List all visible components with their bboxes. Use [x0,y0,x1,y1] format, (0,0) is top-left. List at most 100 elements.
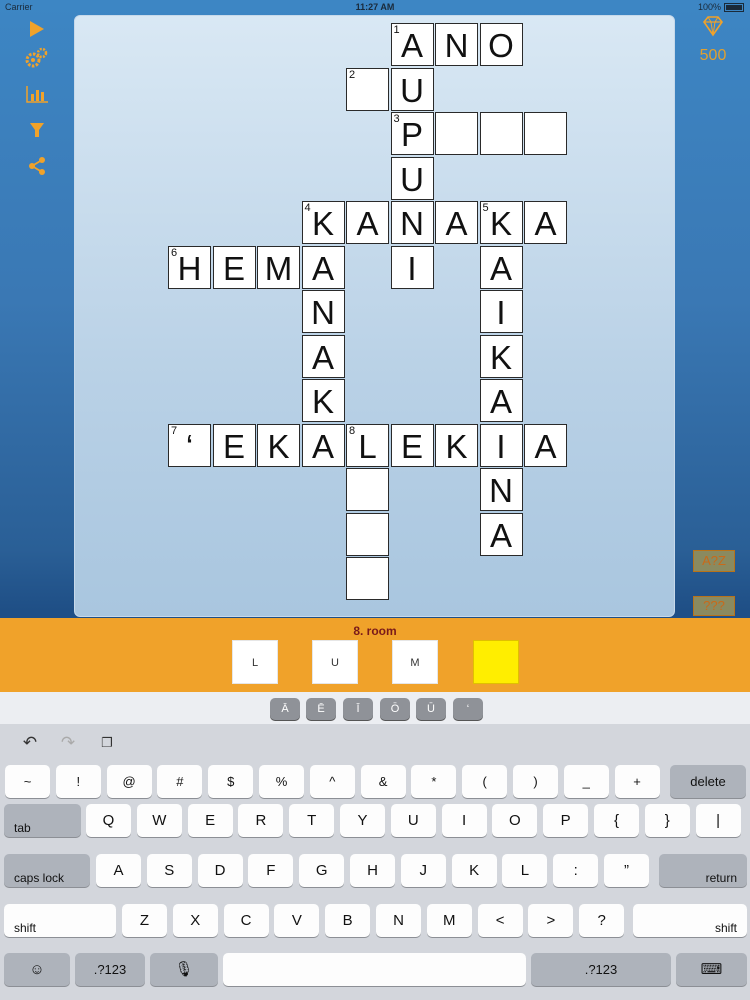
letter-key[interactable]: U [390,804,436,837]
letter-key[interactable]: Z [122,904,167,937]
undo-icon[interactable]: ↶ [20,734,40,752]
letter-key[interactable]: Q [86,804,131,837]
tab-key[interactable]: tab [4,804,81,837]
dictation-key[interactable]: 🎙 [150,953,218,986]
grid-cell[interactable]: A [479,245,523,289]
grid-cell[interactable]: N [479,468,523,511]
shift-key-right[interactable]: shift [633,904,747,937]
accent-key[interactable]: Ē [306,698,336,720]
grid-cell[interactable]: I [479,290,523,333]
letter-key[interactable]: P [543,804,589,837]
grid-cell[interactable] [435,112,478,155]
accent-key[interactable]: Ū [416,698,446,720]
grid-cell[interactable] [346,557,389,600]
grid-cell[interactable]: E [212,423,256,467]
letter-key[interactable]: T [289,804,335,837]
share-icon[interactable] [22,154,52,184]
accent-key[interactable]: Ī [343,698,373,720]
grid-cell[interactable]: A [435,201,478,244]
grid-cell[interactable]: 1A [390,23,434,66]
grid-cell[interactable] [479,112,523,155]
letter-key[interactable]: N [376,904,421,937]
grid-cell[interactable]: U [390,67,434,111]
letter-key[interactable]: O [492,804,538,837]
letter-key[interactable]: : [553,854,599,887]
grid-cell[interactable]: 5K [479,201,523,244]
letter-key[interactable]: < [477,904,523,937]
accent-key[interactable]: Ō [380,698,410,720]
grid-cell[interactable]: A [479,512,523,556]
hide-keyboard-key[interactable]: ⌨ [676,953,747,986]
numbers-key-right[interactable]: .?123 [531,953,671,986]
grid-cell[interactable]: 6H [168,245,211,289]
letter-key[interactable]: H [350,854,395,887]
symbol-key[interactable]: & [360,765,406,798]
letter-key[interactable]: ” [604,854,649,887]
symbol-key[interactable]: _ [563,765,609,798]
letter-key[interactable]: S [146,854,192,887]
bar-chart-icon[interactable] [22,82,52,112]
grid-cell[interactable]: 3P [390,112,434,155]
symbol-key[interactable]: ( [462,765,508,798]
symbol-key[interactable]: ) [513,765,558,798]
grid-cell[interactable]: K [479,334,523,378]
grid-cell[interactable]: 2 [346,67,389,111]
shift-key[interactable]: shift [4,904,116,937]
gears-icon[interactable] [22,46,52,76]
letter-key[interactable]: { [594,804,639,837]
symbol-key[interactable]: # [157,765,203,798]
paste-icon[interactable]: ❐ [97,734,117,752]
letter-key[interactable]: B [325,904,371,937]
letter-key[interactable]: Y [340,804,385,837]
grid-cell[interactable]: 8L [346,423,389,467]
letter-key[interactable]: X [172,904,218,937]
delete-key[interactable]: delete [670,765,746,798]
grid-cell[interactable]: A [524,201,567,244]
answer-letter-box[interactable]: U [312,640,358,684]
letter-key[interactable]: | [695,804,741,837]
symbol-key[interactable]: * [411,765,457,798]
grid-cell[interactable]: A [479,379,523,422]
grid-cell[interactable]: K [435,423,478,467]
letter-key[interactable]: J [400,854,446,887]
grid-cell[interactable]: U [390,156,434,200]
letter-key[interactable]: D [197,854,243,887]
letter-key[interactable]: L [502,854,548,887]
letter-key[interactable]: R [238,804,284,837]
answer-letter-box[interactable]: M [392,640,438,684]
accent-key[interactable]: ‘ [453,698,483,720]
grid-cell[interactable]: A [346,201,389,244]
reveal-letter-button[interactable]: A?Z [693,550,735,572]
symbol-key[interactable]: ! [55,765,101,798]
caps-lock-key[interactable]: caps lock [4,854,90,887]
letter-key[interactable]: ? [579,904,625,937]
grid-cell[interactable]: 7 ‘ [168,423,211,467]
numbers-key[interactable]: .?123 [75,953,145,986]
letter-key[interactable]: G [299,854,345,887]
grid-cell[interactable]: E [390,423,434,467]
grid-cell[interactable]: I [479,423,523,467]
letter-key[interactable]: W [136,804,182,837]
reveal-word-button[interactable]: ??? [693,596,735,616]
grid-cell[interactable]: A [524,423,567,467]
symbol-key[interactable]: $ [208,765,254,798]
redo-icon[interactable]: ↷ [58,734,78,752]
grid-cell[interactable]: O [479,23,523,66]
grid-cell[interactable]: A [301,245,345,289]
grid-cell[interactable]: N [301,290,345,333]
grid-cell[interactable]: M [257,245,300,289]
grid-cell[interactable]: 4K [301,201,345,244]
symbol-key[interactable]: ^ [309,765,355,798]
grid-cell[interactable] [346,468,389,511]
grid-cell[interactable] [524,112,567,155]
grid-cell[interactable]: K [301,379,345,422]
answer-letter-box[interactable]: L [232,640,278,684]
answer-letter-box-active[interactable] [473,640,519,684]
accent-key[interactable]: Ā [270,698,300,720]
symbol-key[interactable]: ~ [5,765,50,798]
letter-key[interactable]: I [441,804,487,837]
symbol-key[interactable]: @ [106,765,152,798]
play-icon[interactable] [22,17,52,47]
grid-cell[interactable]: A [301,423,345,467]
grid-cell[interactable]: N [435,23,478,66]
